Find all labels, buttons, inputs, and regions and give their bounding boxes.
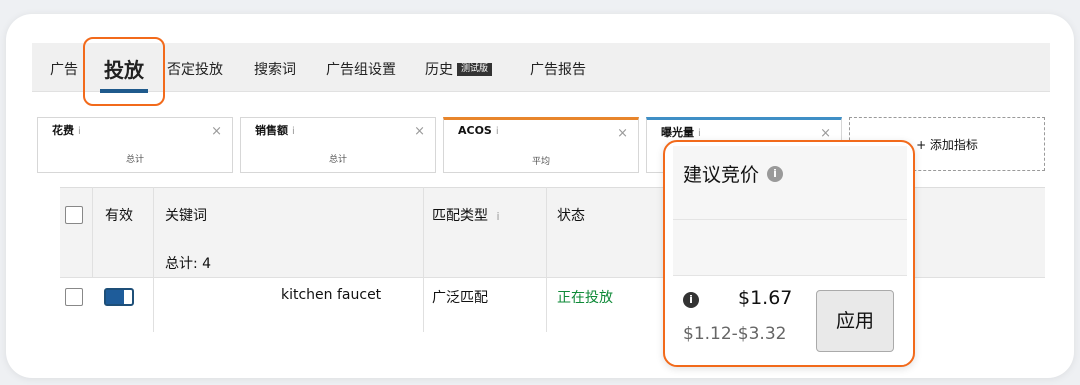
metric-label: 销售额: [255, 124, 288, 137]
tab-history[interactable]: 历史 测试版: [425, 43, 493, 91]
popup-divider: [673, 219, 907, 220]
tab-bar: 广告 投放 否定投放 搜索词 广告组设置 历史 测试版 广告报告: [32, 43, 1050, 93]
close-icon[interactable]: ×: [617, 126, 628, 141]
info-icon: i: [495, 126, 499, 137]
close-icon[interactable]: ×: [414, 124, 425, 139]
keyword-text[interactable]: kitchen faucet: [281, 287, 381, 303]
total-count: 总计: 4: [165, 256, 212, 272]
info-icon: i: [78, 126, 81, 137]
enabled-toggle[interactable]: [104, 288, 134, 306]
info-icon: i: [292, 126, 295, 137]
metric-aggregation: 总计: [328, 155, 347, 165]
tab-search-terms[interactable]: 搜索词: [254, 43, 296, 91]
column-divider: [423, 187, 424, 332]
tab-ad-reports[interactable]: 广告报告: [530, 43, 586, 91]
info-icon: i: [767, 165, 784, 182]
match-type-text: 广泛匹配: [432, 290, 488, 306]
row-checkbox[interactable]: [65, 288, 83, 306]
close-icon[interactable]: ×: [211, 124, 222, 139]
popup-body: 建议竞价 i i $1.67 $1.12-$3.32 应用: [673, 146, 907, 365]
info-icon: i: [698, 128, 701, 139]
tab-targeting-label: 投放: [104, 58, 144, 82]
beta-badge: 测试版: [457, 62, 493, 76]
tab-ads[interactable]: 广告: [50, 43, 78, 91]
status-text: 正在投放: [557, 290, 613, 306]
column-header-enabled: 有效: [105, 208, 133, 224]
column-divider: [546, 187, 547, 332]
suggested-bid-popup: 建议竞价 i i $1.67 $1.12-$3.32 应用: [663, 140, 915, 367]
tab-history-label: 历史: [425, 62, 453, 78]
bid-range: $1.12-$3.32: [683, 324, 787, 344]
column-divider: [153, 187, 154, 332]
select-all-checkbox[interactable]: [65, 206, 83, 224]
tab-targeting[interactable]: 投放: [100, 43, 148, 93]
column-header-keyword[interactable]: 关键词: [165, 205, 207, 225]
column-header-match-type[interactable]: 匹配类型 i: [432, 205, 500, 225]
popup-title: 建议竞价 i: [683, 160, 784, 187]
active-tab-underline: [100, 89, 148, 93]
info-icon: i: [496, 210, 500, 223]
column-header-match-type-label: 匹配类型: [432, 208, 488, 224]
metric-label: 曝光量: [661, 126, 694, 139]
column-divider: [92, 187, 93, 277]
metric-label: 花费: [52, 124, 74, 137]
metric-card-sales[interactable]: 销售额 i × 总计: [240, 117, 436, 173]
tab-negative-targeting[interactable]: 否定投放: [167, 43, 223, 91]
metric-aggregation: 总计: [125, 155, 144, 165]
metric-card-acos[interactable]: ACOS i × 平均: [443, 117, 639, 173]
popup-bid-section: i $1.67 $1.12-$3.32 应用: [673, 276, 907, 365]
suggested-bid-value: $1.67: [738, 287, 793, 309]
metric-aggregation: 平均: [531, 157, 550, 167]
metric-label: ACOS: [458, 124, 492, 137]
close-icon[interactable]: ×: [820, 126, 831, 141]
tab-ad-group-settings[interactable]: 广告组设置: [326, 43, 396, 91]
info-icon: i: [683, 292, 699, 308]
popup-title-text: 建议竞价: [683, 164, 760, 186]
metric-card-spend[interactable]: 花费 i × 总计: [37, 117, 233, 173]
toggle-fill: [106, 290, 124, 304]
column-header-status[interactable]: 状态: [557, 205, 585, 225]
apply-button[interactable]: 应用: [816, 290, 894, 352]
